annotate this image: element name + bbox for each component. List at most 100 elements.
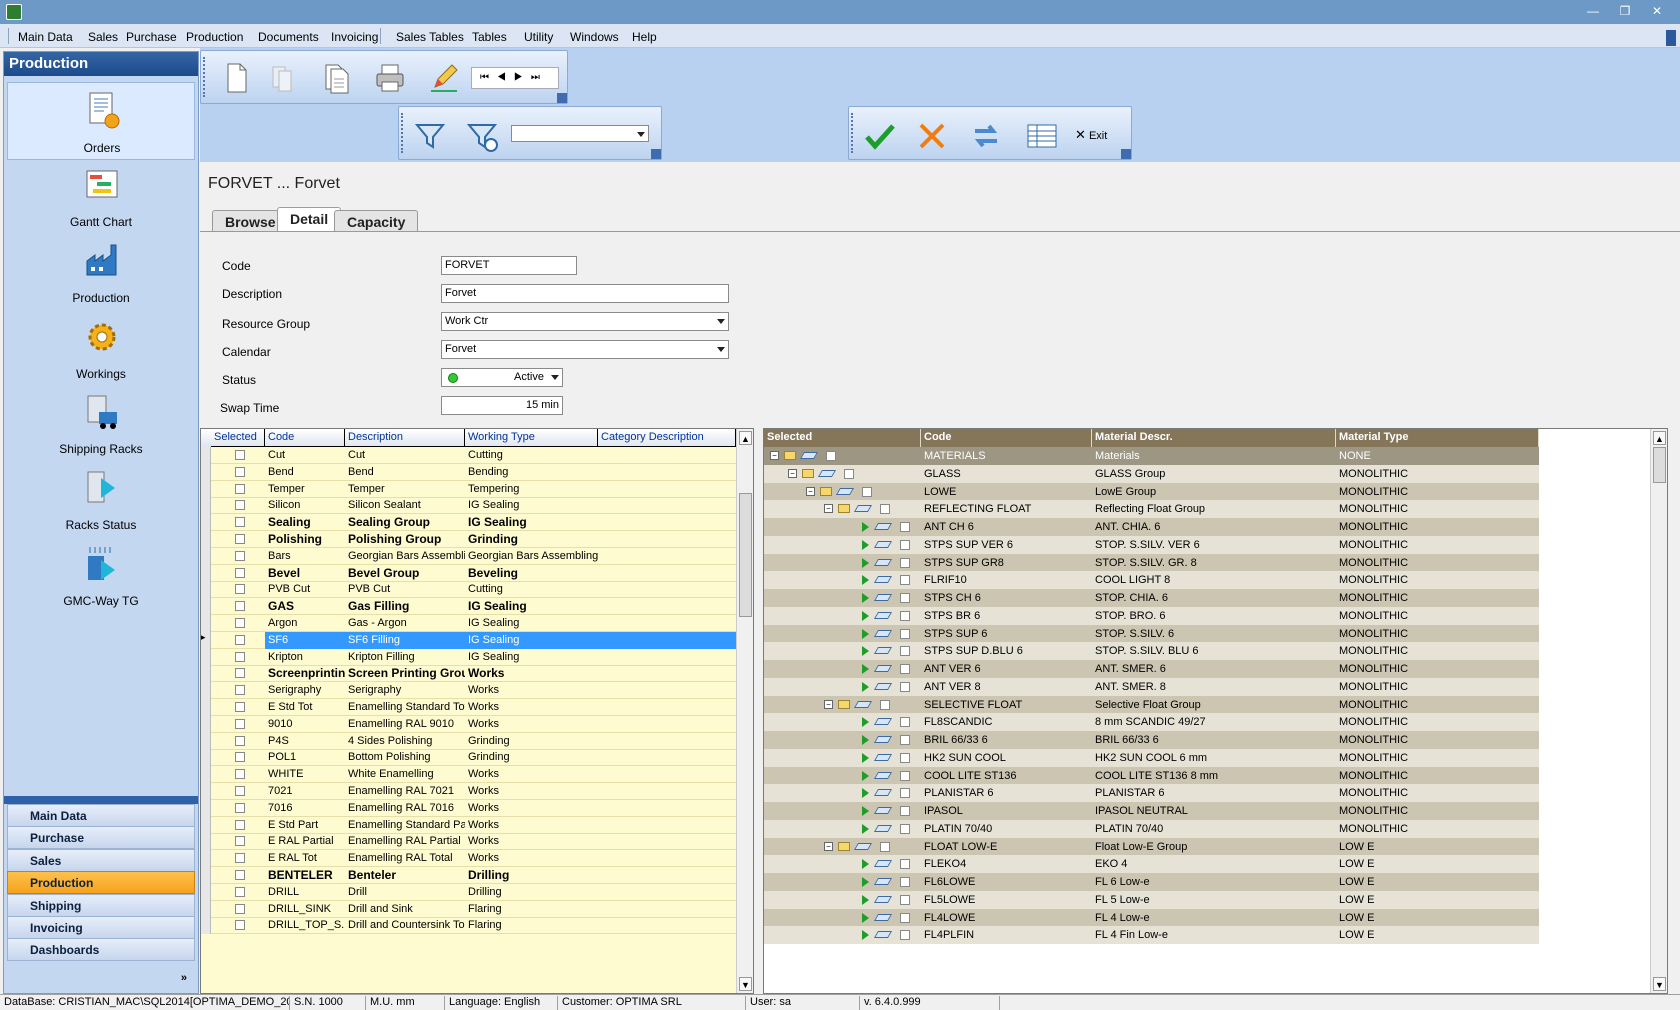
tree-row[interactable]: ANT VER 6 ANT. SMER. 6 MONOLITHIC [764,660,1539,678]
selected-checkbox[interactable] [826,451,836,461]
filter-icon[interactable] [413,119,447,153]
selected-checkbox[interactable] [900,610,910,621]
selected-checkbox[interactable] [235,651,245,662]
selected-checkbox[interactable] [900,859,910,870]
row-selector[interactable] [201,732,211,750]
selected-checkbox[interactable] [235,584,245,595]
menu-main-data[interactable]: Main Data [18,30,73,44]
selected-checkbox[interactable] [900,735,910,745]
tree-row[interactable]: FL6LOWE FL 6 Low-e LOW E [764,873,1539,891]
selected-checkbox[interactable] [235,702,245,712]
selected-checkbox[interactable] [235,450,245,460]
row-selector[interactable] [201,615,211,632]
exit-button[interactable]: ✕ Exit [1075,127,1107,143]
tree-row[interactable]: STPS SUP 6 STOP. S.SILV. 6 MONOLITHIC [764,624,1539,643]
row-selector[interactable] [201,564,211,582]
column-header[interactable]: Description [345,429,465,447]
selected-checkbox[interactable] [235,886,245,897]
selected-checkbox[interactable] [900,539,910,550]
selected-checkbox[interactable] [235,735,245,746]
tree-row[interactable]: PLATIN 70/40 PLATIN 70/40 MONOLITHIC [764,819,1539,838]
column-header[interactable]: Selected [211,429,265,447]
scroll-down-icon[interactable]: ▼ [739,977,752,991]
toolbar-options-icon[interactable] [557,93,567,103]
menu-help[interactable]: Help [632,30,657,44]
collapse-icon[interactable]: − [770,451,779,460]
selected-checkbox[interactable] [900,912,910,923]
row-selector[interactable] [201,463,211,481]
selected-checkbox[interactable] [880,699,890,710]
table-row[interactable]: Screenprinting Screen Printing Group Works [201,665,753,683]
selected-checkbox[interactable] [900,894,910,905]
row-selector[interactable] [201,799,211,817]
row-selector[interactable] [201,833,211,851]
row-selector[interactable] [201,648,211,666]
edit-pen-icon[interactable] [427,61,461,95]
table-row[interactable]: DRILL Drill Drilling [201,883,753,901]
selected-checkbox[interactable] [235,668,245,679]
tree-row[interactable]: − FLOAT LOW-E Float Low-E Group LOW E [764,837,1539,856]
row-selector[interactable] [201,749,211,767]
selected-checkbox[interactable] [900,717,910,728]
table-row[interactable]: Bend Bend Bending [201,463,753,481]
selected-checkbox[interactable] [900,593,910,603]
close-icon[interactable]: ✕ [1644,2,1670,20]
first-record-icon[interactable]: ⏮ [480,72,497,83]
toolbar-options-icon[interactable] [1121,149,1131,159]
tree-row[interactable]: FL4LOWE FL 4 Low-e LOW E [764,908,1539,927]
row-selector[interactable] [201,699,211,716]
selected-checkbox[interactable] [235,819,245,830]
collapse-icon[interactable]: − [824,504,833,514]
tree-row[interactable]: − GLASS GLASS Group MONOLITHIC [764,464,1539,483]
sidebar-item-gantt-chart[interactable]: Gantt Chart [7,157,195,235]
scroll-up-icon[interactable]: ▲ [739,431,752,445]
table-row[interactable]: 7016 Enamelling RAL 7016 Works [201,799,753,817]
table-row[interactable]: 7021 Enamelling RAL 7021 Works [201,783,753,800]
selected-checkbox[interactable] [235,483,245,494]
selected-checkbox[interactable] [235,786,245,796]
selected-checkbox[interactable] [900,806,910,816]
selected-checkbox[interactable] [235,769,245,780]
selected-checkbox[interactable] [235,718,245,729]
sidebar-item-workings[interactable]: Workings [7,309,195,387]
column-header[interactable]: Material Type [1336,429,1539,447]
collapse-icon[interactable]: − [824,841,833,851]
toolbar-options-icon[interactable] [651,149,661,159]
menu-invoicing[interactable]: Invoicing [331,30,378,44]
selected-checkbox[interactable] [235,618,245,628]
selected-checkbox[interactable] [900,823,910,834]
status-select[interactable]: Active [441,368,563,387]
selected-checkbox[interactable] [235,500,245,511]
column-header[interactable]: Code [265,429,345,447]
menu-documents[interactable]: Documents [258,30,319,44]
tree-row[interactable]: FL5LOWE FL 5 Low-e LOW E [764,890,1539,909]
selected-checkbox[interactable] [844,468,854,479]
tree-row[interactable]: − MATERIALS Materials NONE [764,447,1539,465]
selected-checkbox[interactable] [900,628,910,639]
column-header[interactable]: Material Descr. [1092,429,1336,447]
vertical-scrollbar[interactable]: ▲ ▼ [1650,429,1667,993]
selected-checkbox[interactable] [235,752,245,763]
sidebar-item-shipping-racks[interactable]: Shipping Racks [7,384,195,462]
sidebar-item-racks-status[interactable]: Racks Status [7,460,195,538]
table-row[interactable]: Polishing Polishing Group Grinding [201,531,753,548]
confirm-check-icon[interactable] [863,119,897,153]
nav-main-data[interactable]: Main Data [7,804,195,827]
menu-sales[interactable]: Sales [88,30,118,44]
row-selector[interactable] [201,867,211,884]
nav-production[interactable]: Production [7,871,195,895]
tree-row[interactable]: ANT CH 6 ANT. CHIA. 6 MONOLITHIC [764,518,1539,536]
selected-checkbox[interactable] [235,802,245,813]
menu-tables[interactable]: Tables [472,30,507,44]
tree-row[interactable]: BRIL 66/33 6 BRIL 66/33 6 MONOLITHIC [764,731,1539,749]
menu-sales-tables[interactable]: Sales Tables [396,30,464,44]
menu-purchase[interactable]: Purchase [126,30,177,44]
documents-icon[interactable] [319,61,353,95]
column-header[interactable]: Selected [764,429,921,447]
selected-checkbox[interactable] [900,681,910,692]
nav-shipping[interactable]: Shipping [7,893,195,917]
cancel-x-icon[interactable] [915,119,949,153]
calendar-select[interactable]: Forvet [441,340,729,359]
selected-checkbox[interactable] [900,770,910,781]
menu-scroll-icon[interactable] [1666,30,1676,46]
